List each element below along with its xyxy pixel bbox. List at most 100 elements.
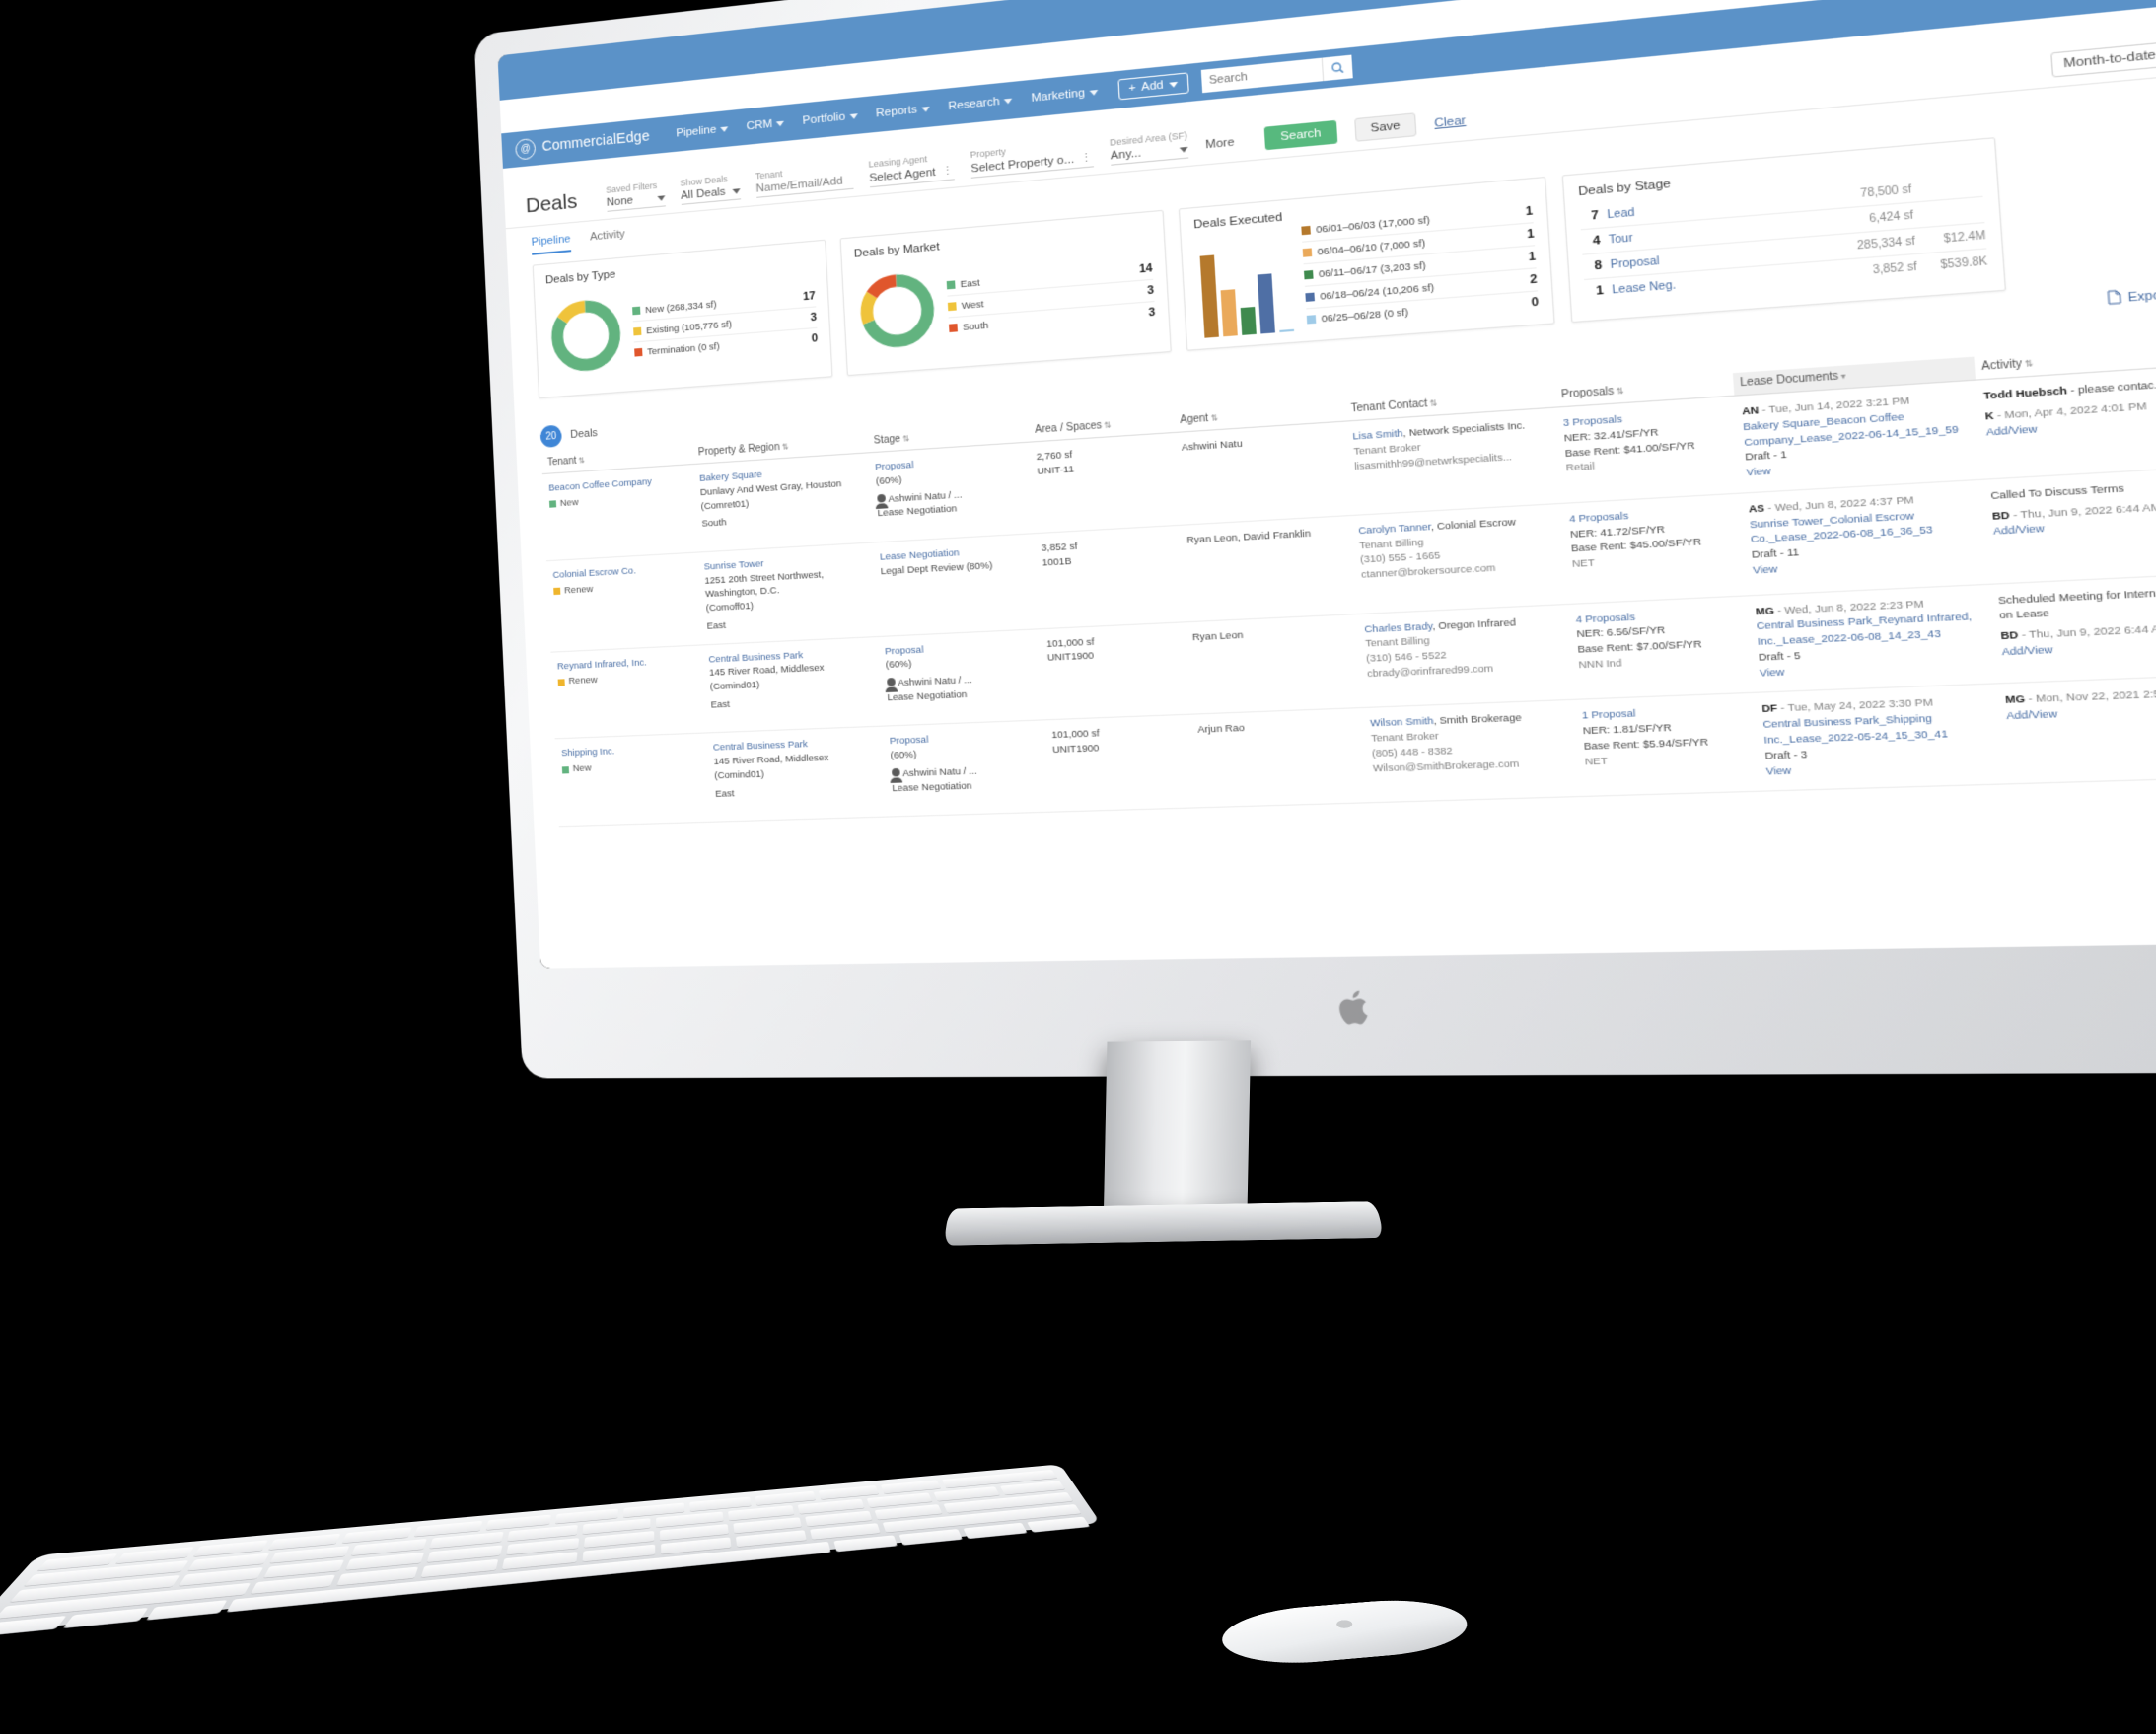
col-label: Tenant (546, 455, 577, 469)
export-label: Export to Excel (2127, 284, 2156, 305)
chevron-down-icon (657, 194, 666, 201)
col-label: Property & Region (697, 441, 780, 459)
cell-agent: Ashwini Natu (1174, 421, 1351, 526)
saved-filters-field[interactable]: Saved Filters None (606, 180, 666, 212)
clear-link[interactable]: Clear (1434, 114, 1467, 130)
nav-item-pipeline[interactable]: Pipeline (667, 109, 739, 152)
key[interactable] (832, 1535, 898, 1552)
key[interactable] (963, 1522, 1028, 1539)
more-filters-button[interactable]: More (1204, 135, 1249, 152)
legend-value: 3 (1148, 306, 1156, 320)
more-options-icon[interactable]: ⋮ (1080, 151, 1094, 166)
monitor: ? AR Tiles @ Commerci (473, 0, 2156, 1079)
document-icon (2107, 289, 2122, 309)
deals-by-market-legend: East 14 West 3 South 3 (946, 257, 1156, 339)
show-deals-field[interactable]: Show Deals All Deals (680, 173, 741, 205)
legend-label: 06/18–06/24 (10,206 sf) (1320, 281, 1435, 303)
agent-name: Arjun Rao (1197, 722, 1246, 737)
desired-area-field[interactable]: Desired Area (SF) Any... (1110, 130, 1189, 166)
saved-filters-value[interactable]: None (606, 191, 666, 212)
tag-label: New (572, 762, 592, 775)
agent-name: Ryan Leon, David Franklin (1186, 527, 1312, 546)
doc-initials: AN (1741, 404, 1760, 418)
legend-value: 3 (1146, 284, 1155, 298)
contact-link[interactable]: Wilson Smith (1370, 716, 1434, 730)
add-button[interactable]: + Add (1116, 72, 1189, 101)
nav-item-portfolio[interactable]: Portfolio (793, 97, 868, 140)
cell-stage: Lease Negotiation Legal Dept Review (80%… (872, 533, 1040, 637)
cell-area: 2,760 sf UNIT-11 (1029, 432, 1180, 534)
legend-value: 0 (811, 332, 819, 345)
more-options-icon[interactable]: ⋮ (942, 164, 955, 179)
cell-contact: Lisa Smith, Network Specialists Inc. Ten… (1344, 407, 1561, 516)
legend-swatch-icon (949, 324, 958, 332)
stage-label[interactable]: Tour (1609, 232, 1633, 247)
cell-activity: Called To Discuss Terms BD - Thu, Jun 9,… (1981, 465, 2156, 584)
deals-by-market-donut-chart (855, 267, 940, 353)
key[interactable] (0, 1615, 67, 1636)
contact-link[interactable]: Carolyn Tanner (1358, 521, 1431, 537)
period-select[interactable]: Month-to-date (2050, 36, 2156, 78)
leasing-agent-field[interactable]: Leasing Agent Select Agent ⋮ (868, 151, 956, 188)
cell-property: Central Business Park 145 River Road, Mi… (706, 726, 888, 823)
legend-value: 1 (1526, 227, 1535, 242)
doc-initials: DF (1761, 702, 1778, 716)
legend-swatch-icon (946, 280, 956, 290)
stage-agent-label: Ashwini Natu / ... (901, 765, 978, 780)
keyboard[interactable] (0, 1464, 1101, 1636)
key[interactable] (1026, 1516, 1090, 1533)
tab-activity[interactable]: Activity (590, 228, 626, 250)
contact-link[interactable]: Charles Brady (1364, 620, 1432, 635)
search-input[interactable] (1200, 57, 1323, 94)
value-text: Select Agent (868, 166, 937, 184)
col-label: Activity (1980, 357, 2023, 374)
stage-count: 1 (1595, 284, 1605, 298)
export-to-excel-button[interactable]: Export to Excel (2107, 282, 2156, 309)
chevron-down-icon (921, 106, 930, 112)
mouse[interactable] (1220, 1595, 1480, 1671)
tab-pipeline[interactable]: Pipeline (531, 233, 572, 255)
card-deals-by-market: Deals by Market East 14 West 3 South 3 (839, 209, 1172, 377)
stage-count: 7 (1590, 208, 1600, 223)
key[interactable] (898, 1529, 963, 1546)
contact-company: , Oregon Infrared (1431, 616, 1517, 633)
nav-label: Portfolio (802, 110, 846, 127)
tenant-field[interactable]: Tenant Name/Email/Add (755, 162, 854, 198)
legend-label: East (960, 276, 981, 290)
sort-icon: ⇅ (1616, 386, 1624, 397)
cell-proposals: 4 Proposals NER: 41.72/SF/YR Base Rent: … (1560, 492, 1748, 605)
search-icon[interactable] (1321, 54, 1353, 82)
legend-swatch-icon (634, 347, 643, 357)
cell-proposals: 4 Proposals NER: 6.56/SF/YR Base Rent: $… (1567, 595, 1754, 700)
key[interactable] (146, 1600, 228, 1621)
more-label: More (1204, 136, 1235, 152)
activity-title-link[interactable]: Todd Huebsch (1983, 385, 2067, 402)
cell-lease-documents: DF - Tue, May 24, 2022 3:30 PM Central B… (1753, 684, 2004, 792)
screen: ? AR Tiles @ Commerci (497, 0, 2156, 969)
page-title: Deals (525, 189, 578, 218)
contact-link[interactable]: Lisa Smith (1352, 428, 1403, 443)
tag-label: Renew (568, 675, 598, 687)
sort-icon: ⇅ (1210, 412, 1219, 424)
stage-label[interactable]: Lease Neg. (1612, 279, 1677, 297)
show-deals-value[interactable]: All Deals (680, 184, 741, 205)
tag-label: New (559, 496, 579, 509)
card-deals-by-stage: Deals by Stage 7 Lead 78,500 sf 4 Tour 6… (1561, 137, 2007, 324)
monitor-stand-neck (1104, 1040, 1252, 1209)
contact-company: , Smith Brokerage (1433, 712, 1523, 728)
nav-item-reports[interactable]: Reports (866, 90, 940, 133)
legend-value: 1 (1528, 250, 1537, 264)
brand[interactable]: @ CommercialEdge (515, 126, 650, 161)
nav-item-crm[interactable]: CRM (737, 104, 795, 145)
cell-tenant: Colonial Escrow Co. Renew (546, 551, 702, 652)
cell-tenant: Reynard Infrared, Inc. Renew (550, 644, 707, 740)
search-button[interactable]: Search (1263, 119, 1338, 151)
legend-swatch-icon (1301, 225, 1311, 236)
sort-icon: ⇅ (901, 433, 910, 444)
period-value: Month-to-date (2062, 48, 2156, 71)
stage-label[interactable]: Proposal (1610, 254, 1660, 271)
stage-label[interactable]: Lead (1607, 206, 1635, 222)
property-field[interactable]: Property Select Property o... ⋮ (970, 138, 1095, 179)
cell-contact: Charles Brady, Oregon Infrared Tenant Bi… (1356, 604, 1574, 709)
save-button[interactable]: Save (1353, 112, 1417, 142)
